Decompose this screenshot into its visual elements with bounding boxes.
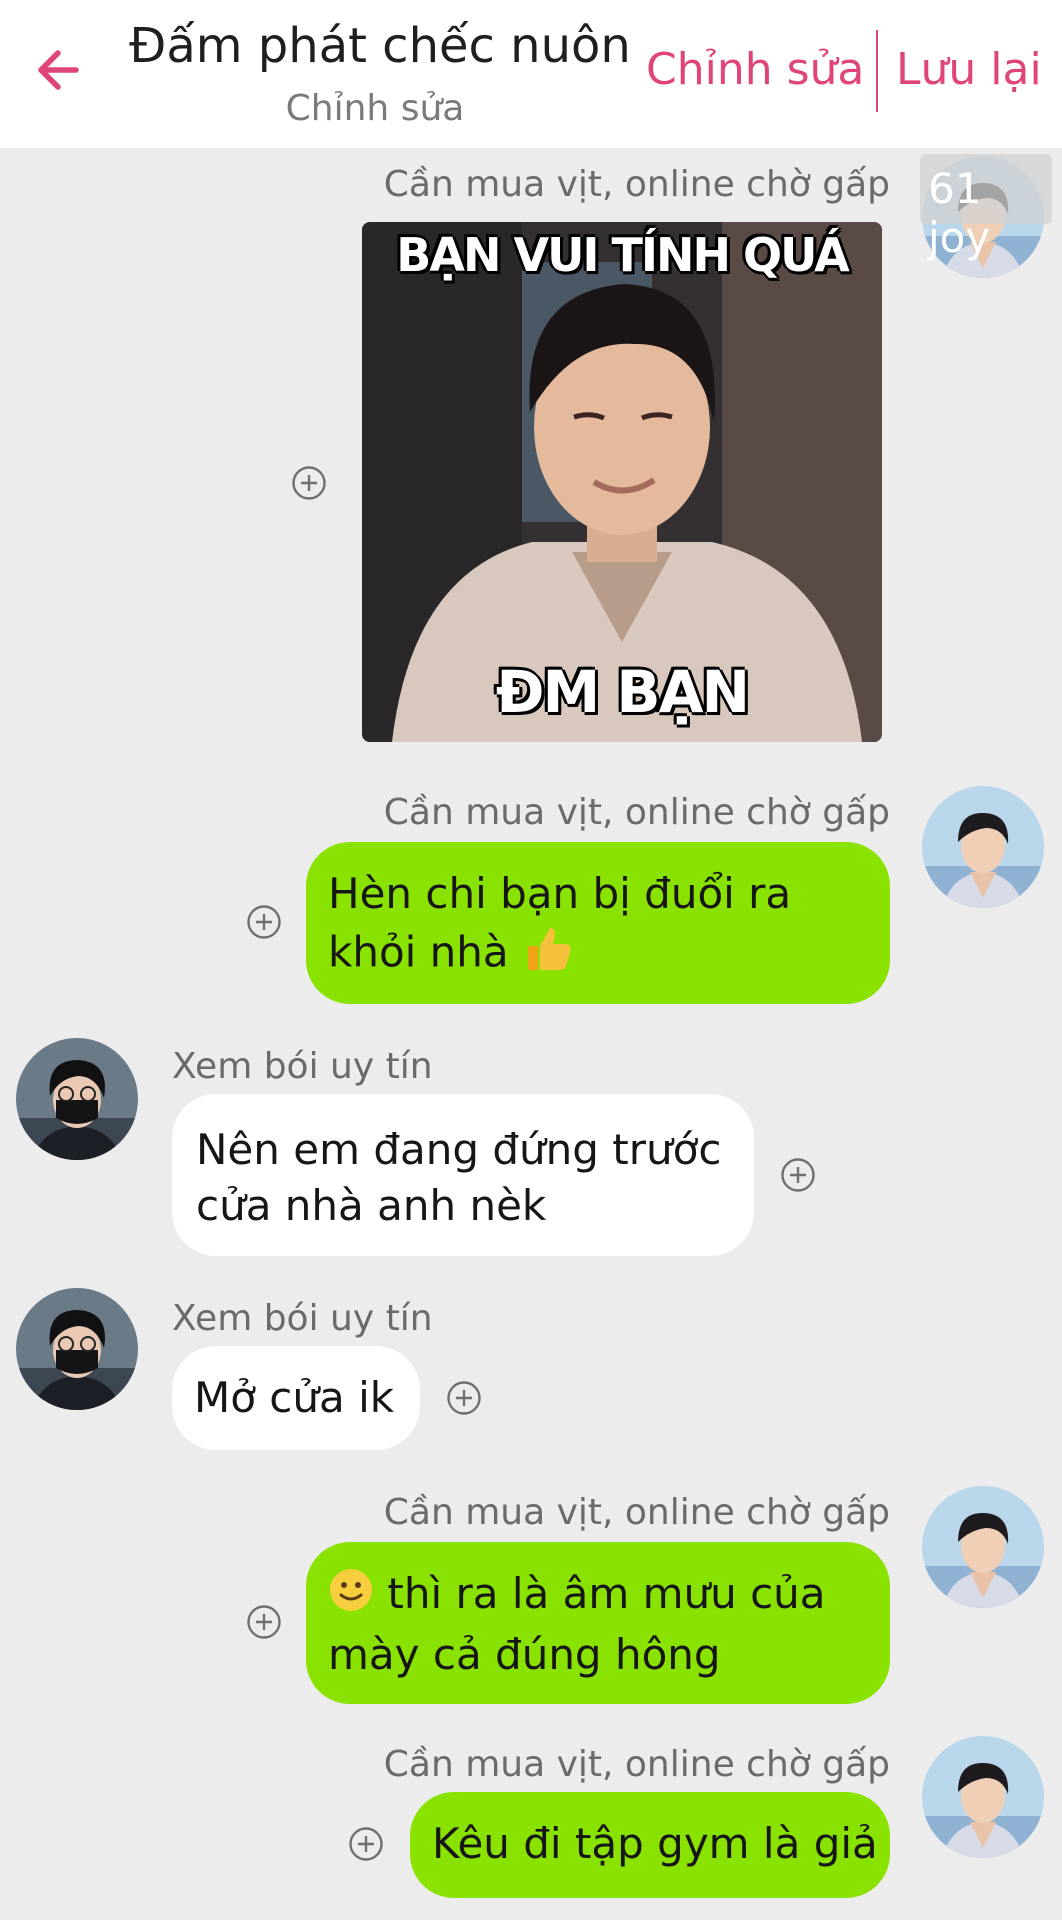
add-reaction-icon[interactable] bbox=[446, 1380, 482, 1416]
message-line: mày cả đúng hông bbox=[328, 1629, 721, 1679]
badge: 61 joy bbox=[920, 154, 1052, 262]
sender-name: Cần mua vịt, online chờ gấp bbox=[383, 164, 890, 205]
avatar[interactable] bbox=[922, 786, 1044, 908]
edit-button[interactable]: Chỉnh sửa bbox=[646, 44, 864, 95]
message-bubble-outgoing[interactable]: Kêu đi tập gym là giả bbox=[410, 1792, 890, 1898]
avatar[interactable] bbox=[16, 1038, 138, 1160]
sender-name: Cần mua vịt, online chờ gấp bbox=[383, 792, 890, 833]
page-subtitle: Chỉnh sửa bbox=[285, 88, 465, 129]
meme-caption-bottom: ĐM BẠN bbox=[495, 658, 750, 726]
thumbs-up-icon bbox=[522, 922, 574, 988]
avatar[interactable] bbox=[922, 1486, 1044, 1608]
sender-name: Cần mua vịt, online chờ gấp bbox=[383, 1492, 890, 1533]
message-line: cửa nhà anh nèk bbox=[196, 1181, 547, 1230]
header-divider bbox=[876, 30, 878, 112]
sender-name: Cần mua vịt, online chờ gấp bbox=[383, 1744, 890, 1785]
avatar[interactable] bbox=[16, 1288, 138, 1410]
message-line: khỏi nhà bbox=[328, 927, 509, 977]
add-reaction-icon[interactable] bbox=[291, 465, 327, 501]
message-text: Mở cửa ik bbox=[194, 1373, 395, 1422]
message-bubble-incoming[interactable]: Mở cửa ik bbox=[172, 1346, 420, 1450]
page-title: Đấm phát chếc nuôn bbox=[129, 18, 631, 74]
message-bubble-outgoing[interactable]: thì ra là âm mưu của mày cả đúng hông bbox=[306, 1542, 890, 1704]
message-line: thì ra là âm mưu của bbox=[387, 1569, 826, 1618]
message-line: Nên em đang đứng trước bbox=[196, 1125, 722, 1174]
message-bubble-incoming[interactable]: Nên em đang đứng trước cửa nhà anh nèk bbox=[172, 1094, 754, 1256]
message-bubble-outgoing[interactable]: Hèn chi bạn bị đuổi ra khỏi nhà bbox=[306, 842, 890, 1004]
save-button[interactable]: Lưu lại bbox=[896, 44, 1042, 95]
add-reaction-icon[interactable] bbox=[246, 1604, 282, 1640]
add-reaction-icon[interactable] bbox=[246, 904, 282, 940]
back-arrow-icon[interactable] bbox=[30, 40, 90, 100]
slight-smile-icon bbox=[328, 1567, 374, 1627]
sender-name: Xem bói uy tín bbox=[172, 1298, 433, 1339]
sender-name: Xem bói uy tín bbox=[172, 1046, 433, 1087]
add-reaction-icon[interactable] bbox=[780, 1157, 816, 1193]
message-text: Kêu đi tập gym là giả bbox=[432, 1819, 878, 1868]
top-bar: Đấm phát chếc nuôn Chỉnh sửa Chỉnh sửa L… bbox=[0, 0, 1062, 148]
avatar[interactable] bbox=[922, 1736, 1044, 1858]
add-reaction-icon[interactable] bbox=[348, 1826, 384, 1862]
message-line: Hèn chi bạn bị đuổi ra bbox=[328, 869, 792, 918]
meme-image[interactable]: BẠN VUI TÍNH QUÁ ĐM BẠN bbox=[362, 222, 882, 742]
meme-caption-top: BẠN VUI TÍNH QUÁ bbox=[396, 228, 849, 282]
